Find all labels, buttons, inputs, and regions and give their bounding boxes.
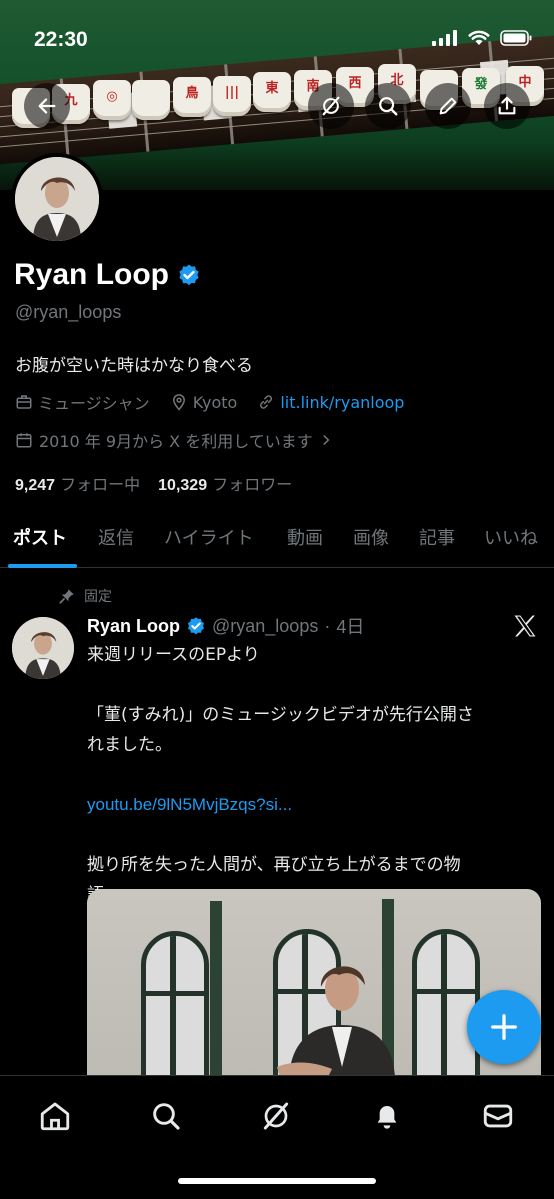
profile-website-link[interactable]: lit.link/ryanloop <box>280 393 404 412</box>
profile-joined[interactable]: 2010 年 9月から X を利用しています <box>15 428 333 452</box>
home-indicator <box>178 1178 376 1184</box>
profile-website[interactable]: lit.link/ryanloop <box>257 393 404 412</box>
profile-bio: お腹が空いた時はかなり食べる <box>15 356 253 376</box>
pin-icon <box>59 589 74 604</box>
link-icon <box>260 395 273 409</box>
back-button[interactable] <box>24 83 70 129</box>
following-link[interactable]: 9,247 フォロー中 <box>15 471 140 495</box>
bell-icon <box>377 1106 397 1129</box>
profile-category-text: ミュージシャン <box>38 394 150 413</box>
tab-replies[interactable]: 返信 <box>98 524 134 550</box>
post-header: Ryan Loop @ryan_loops · 4日 <box>87 613 364 639</box>
tab-highlights[interactable]: ハイライト <box>164 524 254 550</box>
share-button[interactable] <box>484 83 530 129</box>
post-time[interactable]: 4日 <box>336 613 364 639</box>
post-line <box>87 820 542 850</box>
profile-location: Kyoto <box>170 392 238 412</box>
post-line <box>87 760 542 790</box>
profile-avatar[interactable] <box>11 153 103 245</box>
avatar-photo <box>12 617 74 679</box>
search-icon <box>379 97 398 116</box>
profile-location-text: Kyoto <box>192 392 238 412</box>
nav-home[interactable] <box>35 1096 75 1136</box>
post-media-video[interactable] <box>87 889 541 1089</box>
edit-profile-button[interactable] <box>425 83 471 129</box>
x-logo-icon <box>514 615 536 637</box>
followers-link[interactable]: 10,329 フォロワー <box>158 471 292 495</box>
post-line: 拠り所を失った人間が、再び立ち上がるまでの物 <box>87 855 461 875</box>
nav-notifications[interactable] <box>367 1096 407 1136</box>
pinned-indicator: 固定 <box>58 586 112 606</box>
chevron-right-icon <box>323 435 330 445</box>
profile-handle: @ryan_loops <box>15 302 122 322</box>
following-label: フォロー中 <box>60 475 141 494</box>
post-text: 来週リリースのEPより 「菫(すみれ)」のミュージックビデオが先行公開さ れまし… <box>87 640 542 910</box>
tab-likes[interactable]: いいね <box>484 524 538 550</box>
profile-joined-text: 2010 年 9月から X を利用しています <box>39 432 313 451</box>
tab-images[interactable]: 画像 <box>353 524 389 550</box>
home-icon <box>40 1102 70 1131</box>
post-line: 「菫(すみれ)」のミュージックビデオが先行公開さ <box>87 705 474 725</box>
plus-icon <box>491 1014 517 1040</box>
nav-messages[interactable] <box>478 1096 518 1136</box>
post-separator: · <box>324 615 331 636</box>
share-icon <box>498 96 516 115</box>
mahjong-tile <box>132 80 170 120</box>
status-time: 22:30 <box>34 28 88 51</box>
post-author-name[interactable]: Ryan Loop <box>87 616 180 637</box>
post-link[interactable]: youtu.be/9lN5MvjBzqs?si... <box>87 790 542 820</box>
wifi-icon <box>468 30 490 45</box>
status-bar: 22:30 <box>0 0 554 60</box>
profile-tabs: ポスト 返信 ハイライト 動画 画像 記事 いいね <box>0 512 554 568</box>
video-person <box>277 966 396 1089</box>
post-author-handle[interactable]: @ryan_loops <box>212 616 318 637</box>
mahjong-tile: 東 <box>253 72 291 112</box>
followers-label: フォロワー <box>212 475 293 494</box>
mahjong-tile: ||| <box>213 76 251 116</box>
tab-articles[interactable]: 記事 <box>419 524 455 550</box>
profile-category: ミュージシャン <box>15 390 150 414</box>
follow-counts: 9,247 フォロー中 10,329 フォロワー <box>15 471 292 495</box>
followers-count: 10,329 <box>158 477 208 494</box>
avatar-photo <box>15 157 99 241</box>
nav-search[interactable] <box>146 1096 186 1136</box>
post-author-avatar[interactable] <box>12 617 74 679</box>
profile-name: Ryan Loop <box>14 258 201 292</box>
verified-badge-icon <box>188 617 204 635</box>
envelope-icon <box>483 1104 513 1128</box>
profile-name-text: Ryan Loop <box>14 258 169 291</box>
pencil-icon <box>439 97 457 115</box>
pinned-label: 固定 <box>84 589 112 605</box>
battery-icon <box>500 30 532 46</box>
arrow-left-icon <box>38 98 56 114</box>
tab-videos[interactable]: 動画 <box>287 524 323 550</box>
profile-meta: ミュージシャン Kyoto lit.link/ryanloop <box>15 390 424 414</box>
search-icon <box>153 1103 180 1130</box>
post-line <box>87 670 542 700</box>
location-pin-icon <box>172 394 185 411</box>
grok-button[interactable] <box>308 83 354 129</box>
mahjong-tile: 鳥 <box>173 77 211 117</box>
following-count: 9,247 <box>15 477 56 494</box>
cellular-signal-icon <box>432 30 457 46</box>
nav-grok[interactable] <box>256 1096 296 1136</box>
compose-post-button[interactable] <box>467 990 541 1064</box>
grok-icon <box>322 96 340 116</box>
verified-badge-icon[interactable] <box>177 263 201 287</box>
mahjong-tile: ◎ <box>93 80 131 120</box>
calendar-icon <box>16 433 32 448</box>
active-tab-indicator <box>8 564 77 568</box>
post-line: れました。 <box>87 735 172 755</box>
post-line: 来週リリースのEPより <box>87 645 260 665</box>
briefcase-icon <box>16 395 32 409</box>
grok-icon <box>263 1102 289 1130</box>
search-button[interactable] <box>365 83 411 129</box>
tab-posts[interactable]: ポスト <box>13 524 67 550</box>
